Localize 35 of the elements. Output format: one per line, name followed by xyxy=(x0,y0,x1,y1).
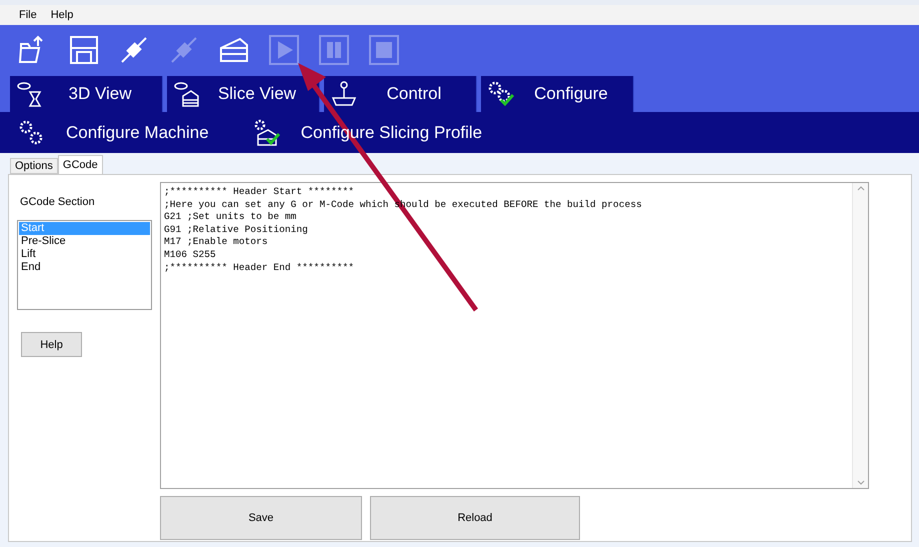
section-list[interactable]: Start Pre-Slice Lift End xyxy=(17,220,152,310)
section-label: GCode Section xyxy=(20,196,96,208)
joystick-icon xyxy=(330,80,358,108)
gears-check-icon xyxy=(487,80,515,108)
play-icon xyxy=(268,34,300,66)
action-button[interactable]: Save xyxy=(160,496,362,540)
code-line: ;********** Header Start ******** xyxy=(164,186,355,199)
menu-item[interactable]: File xyxy=(14,9,42,21)
code-line: G91 ;Relative Positioning xyxy=(164,224,309,236)
view-tab[interactable]: Configure xyxy=(481,76,634,112)
pause-icon xyxy=(318,34,350,66)
action-button[interactable]: Reload xyxy=(370,496,580,540)
scroll-up-icon[interactable] xyxy=(856,186,864,191)
view-tab[interactable]: Control xyxy=(324,76,477,112)
code-line: M106 S255 xyxy=(164,248,217,262)
code-line: ;********** Header End ********** xyxy=(164,262,355,274)
section-item[interactable]: Lift xyxy=(19,248,150,261)
menu-item[interactable]: Help xyxy=(46,9,78,21)
code-line: M17 ;Enable motors xyxy=(164,236,269,249)
stop-icon xyxy=(368,34,400,66)
gcode-editor[interactable] xyxy=(160,182,869,489)
scrollbar[interactable] xyxy=(852,183,868,488)
scroll-down-icon[interactable] xyxy=(856,480,864,485)
help-button[interactable]: Help xyxy=(21,332,82,357)
cake-check-icon xyxy=(252,118,281,146)
view-tab[interactable]: 3D View xyxy=(10,76,163,112)
configure-tab[interactable]: Configure Machine xyxy=(18,118,209,146)
eye-hourglass-icon xyxy=(16,80,44,108)
page-tab[interactable]: GCode xyxy=(58,155,103,174)
section-item[interactable]: End xyxy=(19,261,150,274)
eye-cake-icon xyxy=(173,80,201,108)
view-tab[interactable]: Slice View xyxy=(167,76,320,112)
page-tab[interactable]: Options xyxy=(10,158,58,174)
code-line: G21 ;Set units to be mm xyxy=(164,211,298,224)
section-item[interactable]: Pre-Slice xyxy=(19,235,150,248)
